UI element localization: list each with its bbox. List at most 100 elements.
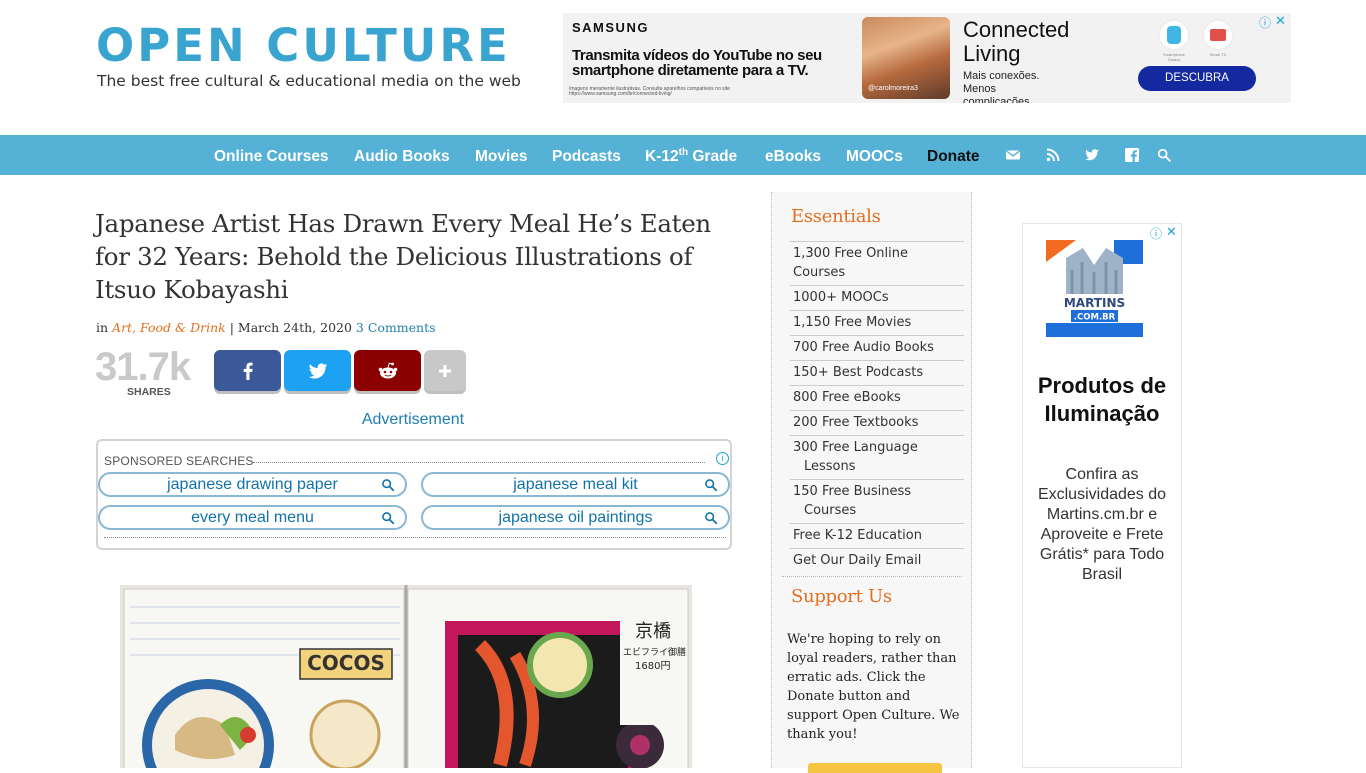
search-suggestion[interactable]: japanese meal kit [421, 472, 730, 497]
image-text: COCOS [307, 651, 385, 675]
nav-k12-label: K-12 [645, 148, 679, 165]
reddit-icon [378, 362, 397, 378]
divider [253, 462, 705, 463]
adchoices-icon[interactable]: ⓘ [1259, 14, 1271, 31]
site-logo[interactable]: OPEN CULTURE [96, 20, 511, 72]
essentials-item[interactable]: 300 Free Language Lessons [790, 435, 964, 479]
logo-subtext: .COM.BR [1074, 313, 1116, 323]
facebook-icon [243, 362, 253, 380]
reddit-share-button[interactable] [354, 350, 421, 391]
support-text: We're hoping to rely on loyal readers, r… [787, 632, 960, 742]
nav-k12-sup: th [678, 146, 689, 158]
share-count: 31.7k [95, 345, 191, 389]
search-suggestion-label: every meal menu [191, 509, 314, 526]
essentials-item[interactable]: Get Our Daily Email [790, 548, 964, 573]
ad-brand: SAMSUNG [572, 20, 649, 35]
sidebar-ad[interactable]: ⓘ ✕ MARTINS .COM.BR Produtos de Iluminaç… [1022, 223, 1182, 768]
search-icon[interactable] [1157, 148, 1171, 162]
search-icon [705, 479, 718, 492]
ad-fine-print: Imagens meramente ilustrativas. Consulte… [569, 86, 730, 97]
search-suggestion[interactable]: every meal menu [98, 505, 407, 530]
main-nav: Online Courses Audio Books Movies Podcas… [0, 135, 1366, 175]
essentials-list: 1,300 Free Online Courses 1000+ MOOCs 1,… [790, 241, 964, 573]
adchoices-icon[interactable]: ⓘ [1150, 225, 1162, 242]
mail-icon[interactable] [1005, 147, 1021, 163]
ad-close-icon[interactable]: ✕ [1275, 13, 1286, 29]
image-text: 京橋 [635, 621, 671, 642]
ad-title: Connected Living [963, 18, 1103, 66]
ad-photo-tag: @carolmoreira3 [868, 85, 918, 92]
nav-online-courses[interactable]: Online Courses [214, 135, 329, 175]
search-icon [382, 479, 395, 492]
search-suggestion-label: japanese drawing paper [167, 476, 338, 493]
category-link[interactable]: Art, Food & Drink [112, 320, 226, 335]
twitter-icon [308, 362, 327, 379]
essentials-item[interactable]: 1,150 Free Movies [790, 310, 964, 335]
essentials-item-line: Courses [804, 503, 857, 518]
essentials-item[interactable]: 1,300 Free Online Courses [790, 241, 964, 285]
martins-logo: MARTINS .COM.BR [1046, 240, 1143, 337]
nav-moocs[interactable]: MOOCs [846, 135, 903, 175]
ad-close-icon[interactable]: ✕ [1166, 224, 1177, 240]
nav-audio-books[interactable]: Audio Books [354, 135, 450, 175]
essentials-item[interactable]: 150+ Best Podcasts [790, 360, 964, 385]
ad-body: Confira as Exclusividades do Martins.cm.… [1037, 466, 1167, 583]
plus-icon [439, 364, 451, 377]
image-text: 1680円 [635, 661, 670, 672]
ad-device-1-label: Smartphone Galaxy [1163, 52, 1185, 62]
rss-icon[interactable] [1045, 147, 1061, 163]
ad-device-2-label: Smart TV [1209, 52, 1227, 57]
sidebar: Essentials 1,300 Free Online Courses 100… [771, 192, 972, 773]
essentials-item[interactable]: Free K-12 Education [790, 523, 964, 548]
ad-title: Produtos de Iluminação [1037, 373, 1167, 426]
facebook-share-button[interactable] [214, 350, 281, 391]
comments-link[interactable]: 3 Comments [356, 320, 436, 335]
top-banner-ad[interactable]: SAMSUNG Transmita vídeos do YouTube no s… [563, 13, 1291, 103]
essentials-item-line: Lessons [804, 459, 856, 474]
search-suggestion-label: japanese oil paintings [498, 509, 653, 526]
donate-button[interactable] [808, 763, 942, 773]
site-tagline: The best free cultural & educational med… [97, 72, 521, 90]
essentials-heading: Essentials [791, 206, 881, 227]
share-label: SHARES [127, 386, 171, 398]
ad-subtitle-text: Mais conexões. Menos complicações. [963, 70, 1040, 103]
info-icon[interactable]: i [716, 452, 729, 465]
more-share-button[interactable] [424, 350, 466, 391]
nav-k12-suffix: Grade [688, 148, 738, 165]
ad-cta-button[interactable]: DESCUBRA [1138, 66, 1256, 91]
sponsored-title: SPONSORED SEARCHES [104, 454, 254, 468]
essentials-item[interactable]: 700 Free Audio Books [790, 335, 964, 360]
essentials-item-line: 300 Free Language [793, 440, 918, 455]
image-text: エビフライ御膳 [623, 646, 686, 658]
ad-title-text: Connected Living [963, 17, 1070, 66]
divider [782, 576, 962, 577]
nav-donate[interactable]: Donate [927, 135, 980, 175]
search-icon [382, 512, 395, 525]
essentials-item[interactable]: 1000+ MOOCs [790, 285, 964, 310]
article-date: | March 24th, 2020 [229, 320, 352, 335]
twitter-icon[interactable] [1084, 147, 1100, 163]
nav-movies[interactable]: Movies [475, 135, 528, 175]
essentials-item[interactable]: 200 Free Textbooks [790, 410, 964, 435]
search-suggestion[interactable]: japanese drawing paper [98, 472, 407, 497]
essentials-item-line: 150 Free Business [793, 484, 911, 499]
notebook-illustration: COCOS 京橋 エビフライ御膳 1680円 [120, 585, 692, 768]
logo-text: MARTINS [1064, 296, 1125, 310]
search-suggestion-label: japanese meal kit [513, 476, 638, 493]
article-image: COCOS 京橋 エビフライ御膳 1680円 [120, 585, 692, 768]
essentials-item[interactable]: 150 Free Business Courses [790, 479, 964, 523]
sponsored-searches: SPONSORED SEARCHES i japanese drawing pa… [96, 439, 732, 550]
essentials-item[interactable]: 800 Free eBooks [790, 385, 964, 410]
article-title: Japanese Artist Has Drawn Every Meal He’… [95, 209, 711, 304]
ad-subtitle: Mais conexões. Menos complicações. [963, 70, 1063, 103]
nav-ebooks[interactable]: eBooks [765, 135, 821, 175]
search-icon [705, 512, 718, 525]
nav-podcasts[interactable]: Podcasts [552, 135, 621, 175]
support-heading: Support Us [791, 586, 892, 607]
advertisement-label: Advertisement [361, 411, 465, 428]
twitter-share-button[interactable] [284, 350, 351, 391]
search-suggestion[interactable]: japanese oil paintings [421, 505, 730, 530]
smartphone-icon [1160, 21, 1188, 49]
facebook-icon[interactable] [1124, 147, 1140, 163]
nav-k12-grade[interactable]: K-12th Grade [645, 135, 737, 175]
